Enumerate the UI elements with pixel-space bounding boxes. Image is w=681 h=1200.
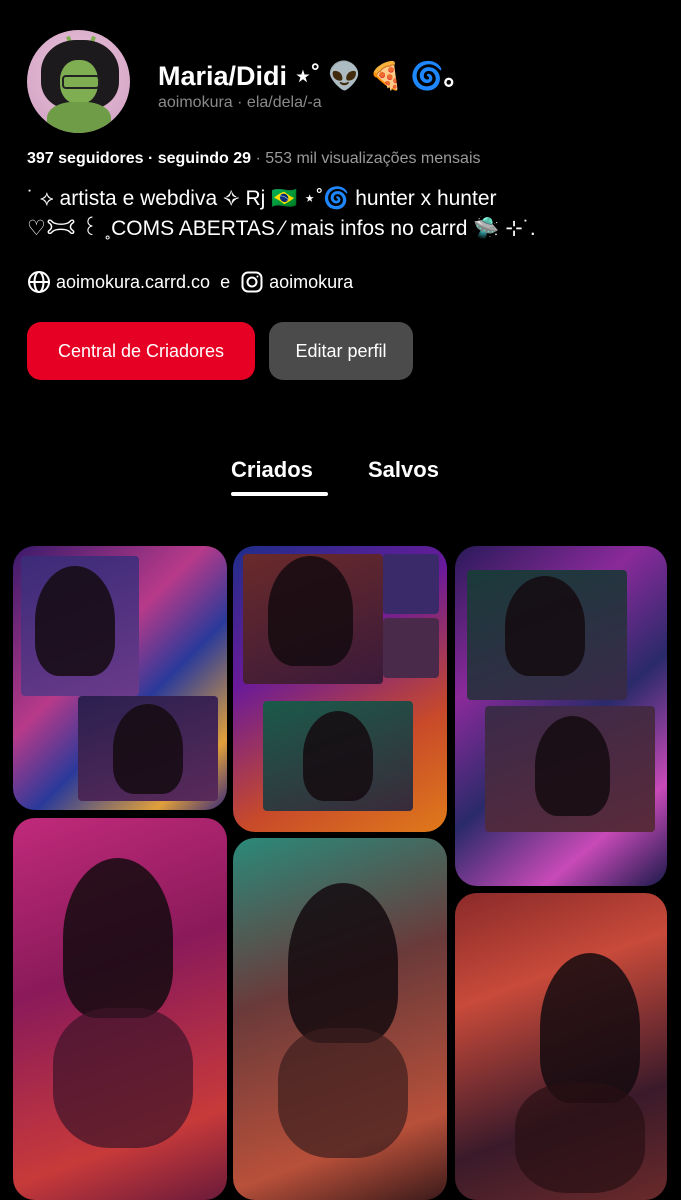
- globe-icon: [27, 270, 51, 294]
- creator-hub-button[interactable]: Central de Criadores: [27, 322, 255, 380]
- profile-name: Maria/Didi ⋆˚ 👽 🍕 🌀｡: [158, 61, 458, 91]
- profile-handle: aoimokura · ela/dela/-a: [158, 94, 322, 112]
- website-link[interactable]: aoimokura.carrd.co: [56, 272, 210, 293]
- bio-line: ♡𐂯 ꒰ ˳COMS ABERTAS ⁄ mais infos no carrd…: [27, 217, 536, 240]
- stats-separator: ·: [251, 150, 266, 167]
- profile-links: aoimokura.carrd.co e aoimokura: [27, 270, 353, 294]
- followers-count[interactable]: 397 seguidores: [27, 150, 144, 167]
- stats-separator: ·: [143, 150, 158, 167]
- pin-image[interactable]: [233, 546, 447, 832]
- tab-created[interactable]: Criados: [231, 457, 313, 483]
- edit-profile-button[interactable]: Editar perfil: [269, 322, 413, 380]
- bio-line: ˙ ⟡ artista e webdiva ✧ Rj 🇧🇷 ⋆˚🌀 hunter…: [27, 187, 497, 210]
- links-connector: e: [220, 271, 231, 292]
- handle-separator: ·: [232, 94, 247, 111]
- avatar-body: [47, 102, 111, 133]
- monthly-views: 553 mil visualizações mensais: [265, 150, 481, 167]
- pronouns: ela/dela/-a: [246, 94, 322, 111]
- following-count[interactable]: seguindo 29: [158, 150, 251, 167]
- instagram-icon: [240, 270, 264, 294]
- profile-bio: ˙ ⟡ artista e webdiva ✧ Rj 🇧🇷 ⋆˚🌀 hunter…: [27, 184, 657, 244]
- instagram-link[interactable]: aoimokura: [269, 272, 353, 293]
- profile-stats: 397 seguidores · seguindo 29 · 553 mil v…: [27, 150, 481, 168]
- pin-image[interactable]: [233, 838, 447, 1200]
- tab-saved[interactable]: Salvos: [368, 457, 439, 483]
- pin-image[interactable]: [455, 546, 667, 886]
- avatar[interactable]: [27, 30, 130, 133]
- avatar-glasses: [62, 75, 100, 89]
- username: aoimokura: [158, 94, 233, 111]
- pin-image[interactable]: [455, 893, 667, 1200]
- pin-image[interactable]: [13, 546, 227, 810]
- pin-image[interactable]: [13, 818, 227, 1200]
- active-tab-indicator: [231, 492, 328, 496]
